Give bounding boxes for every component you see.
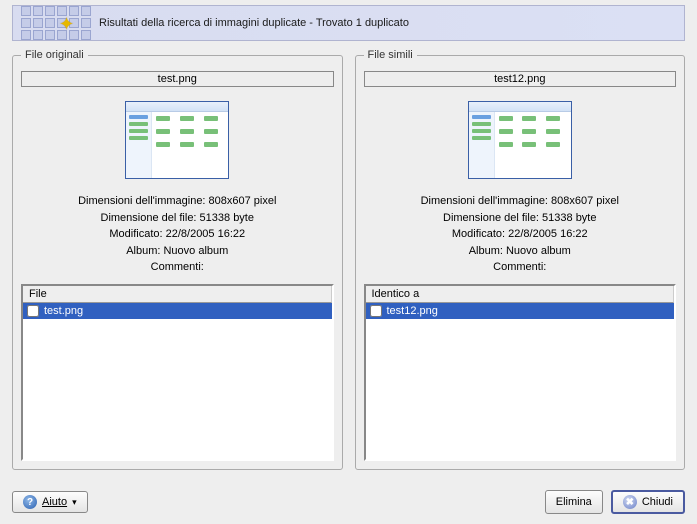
help-button[interactable]: ? Aiuto ▾ xyxy=(12,491,88,513)
similar-filename: test12.png xyxy=(364,71,677,87)
list-item[interactable]: test12.png xyxy=(366,303,675,319)
app-icon: ✦ xyxy=(21,6,91,40)
similar-file-list: Identico a test12.png xyxy=(364,284,677,462)
footer: ? Aiuto ▾ Elimina ✖ Chiudi xyxy=(0,482,697,524)
original-meta: Dimensioni dell'immagine: 808x607 pixel … xyxy=(21,193,334,276)
close-icon: ✖ xyxy=(623,495,637,509)
original-thumb-wrap xyxy=(21,101,334,179)
help-icon: ? xyxy=(23,495,37,509)
delete-button[interactable]: Elimina xyxy=(545,490,603,514)
meta-modified: Modificato: 22/8/2005 16:22 xyxy=(21,226,334,243)
meta-dimensions: Dimensioni dell'immagine: 808x607 pixel xyxy=(21,193,334,210)
list-header-identical[interactable]: Identico a xyxy=(366,286,675,303)
list-item-checkbox[interactable] xyxy=(370,305,382,317)
delete-label: Elimina xyxy=(556,496,592,508)
panel-similar: File simili test12.png Dimensioni dell'i… xyxy=(355,49,686,470)
meta-album: Album: Nuovo album xyxy=(364,243,677,260)
list-item-label: test.png xyxy=(44,305,83,317)
header-title: Risultati della ricerca di immagini dupl… xyxy=(99,17,409,29)
meta-filesize: Dimensione del file: 51338 byte xyxy=(364,210,677,227)
close-label: Chiudi xyxy=(642,496,673,508)
list-header-file[interactable]: File xyxy=(23,286,332,303)
list-item-checkbox[interactable] xyxy=(27,305,39,317)
similar-thumbnail[interactable] xyxy=(468,101,572,179)
header-bar: ✦ Risultati della ricerca di immagini du… xyxy=(12,5,685,41)
meta-album: Album: Nuovo album xyxy=(21,243,334,260)
meta-comments: Commenti: xyxy=(21,259,334,276)
original-thumbnail[interactable] xyxy=(125,101,229,179)
panel-originals: File originali test.png Dimensioni dell'… xyxy=(12,49,343,470)
similar-thumb-wrap xyxy=(364,101,677,179)
close-button[interactable]: ✖ Chiudi xyxy=(611,490,685,514)
meta-filesize: Dimensione del file: 51338 byte xyxy=(21,210,334,227)
original-file-list: File test.png xyxy=(21,284,334,462)
list-item-label: test12.png xyxy=(387,305,438,317)
help-label: Aiuto xyxy=(42,496,67,508)
panel-originals-legend: File originali xyxy=(21,49,88,61)
chevron-down-icon: ▾ xyxy=(72,497,77,508)
meta-comments: Commenti: xyxy=(364,259,677,276)
panel-similar-legend: File simili xyxy=(364,49,417,61)
original-filename: test.png xyxy=(21,71,334,87)
list-item[interactable]: test.png xyxy=(23,303,332,319)
similar-meta: Dimensioni dell'immagine: 808x607 pixel … xyxy=(364,193,677,276)
content-area: File originali test.png Dimensioni dell'… xyxy=(0,49,697,482)
meta-modified: Modificato: 22/8/2005 16:22 xyxy=(364,226,677,243)
meta-dimensions: Dimensioni dell'immagine: 808x607 pixel xyxy=(364,193,677,210)
